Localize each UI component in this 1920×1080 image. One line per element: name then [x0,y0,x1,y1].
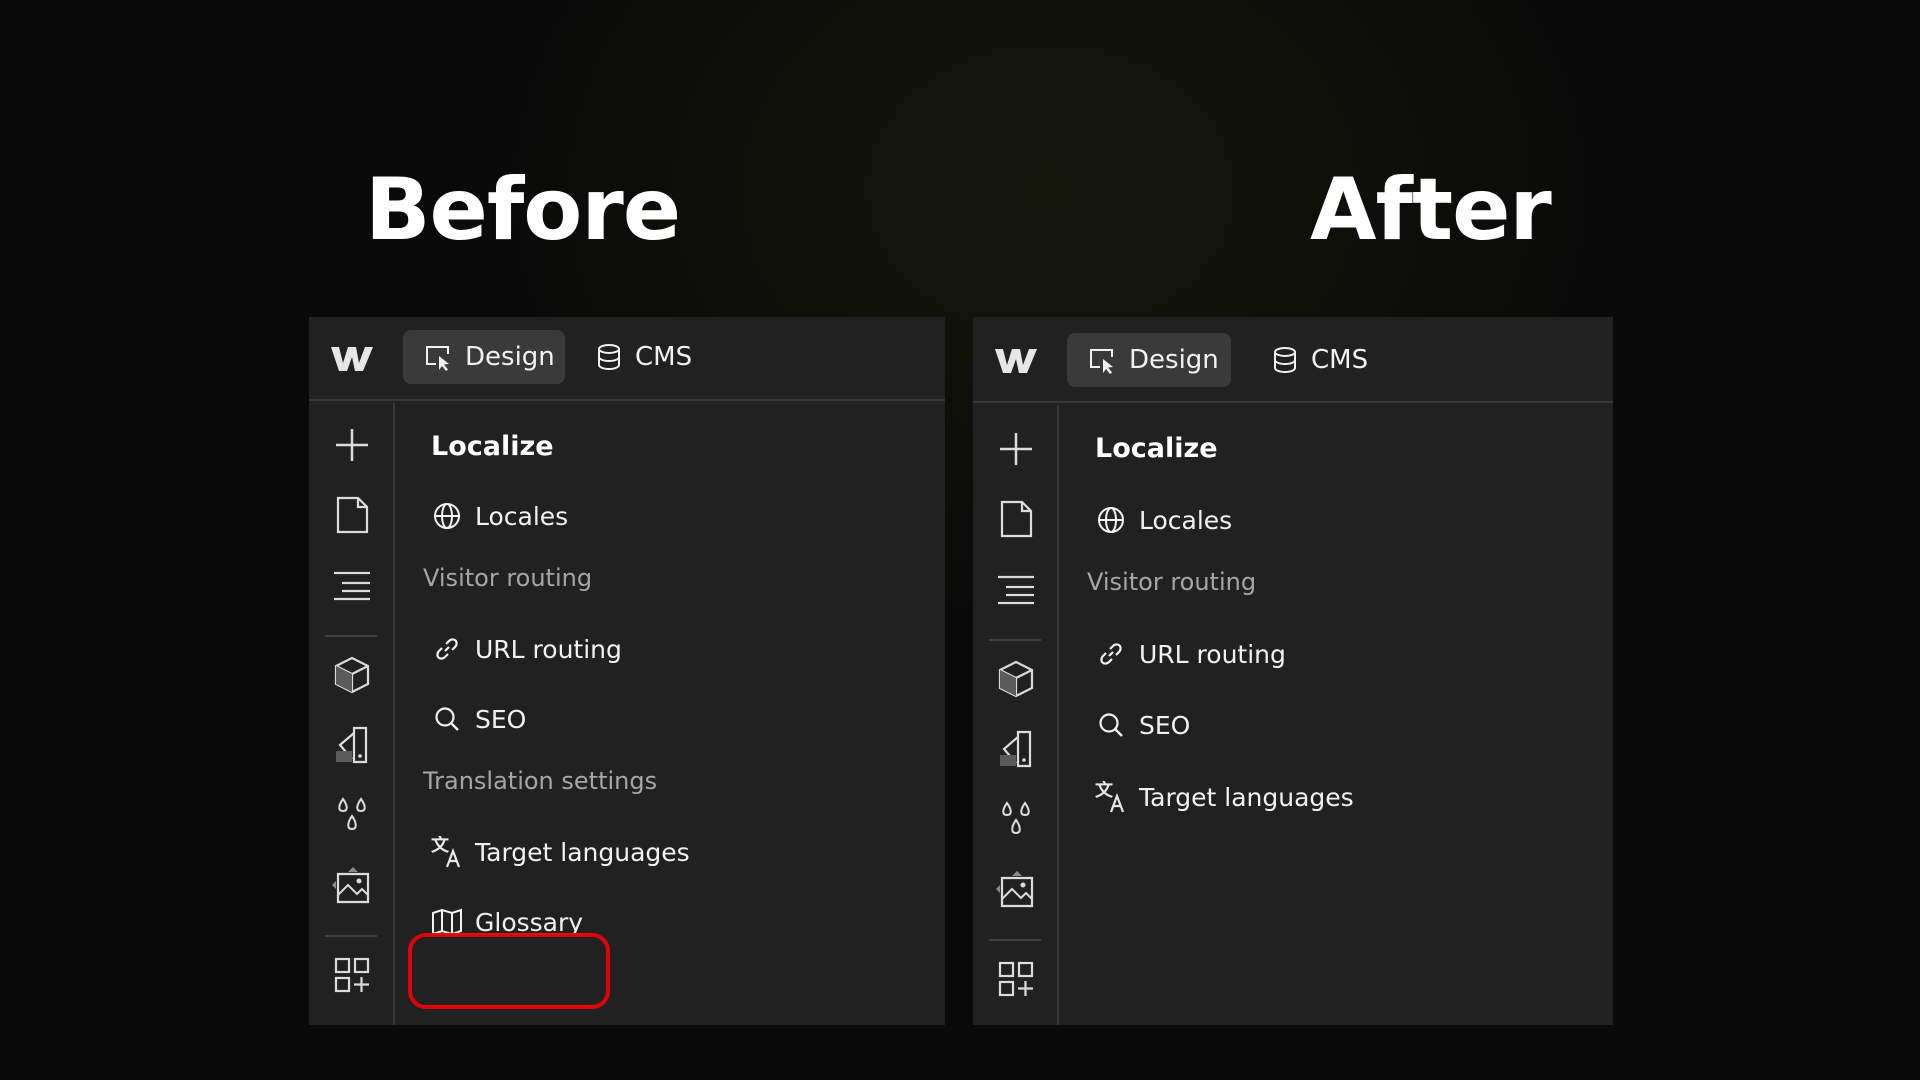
section-visitor-routing: Visitor routing [423,564,593,592]
assets-icon[interactable] [996,869,1036,909]
item-label: Target languages [1139,782,1354,812]
apps-icon[interactable] [996,959,1036,999]
target-languages-item[interactable]: 文 Target languages [1095,775,1354,819]
tab-design[interactable]: Design [1067,333,1231,387]
rail-divider [989,639,1041,641]
database-icon [1274,347,1296,374]
item-label: Locales [475,501,569,531]
navigator-icon[interactable] [996,569,1036,609]
locales-item[interactable]: Locales [1095,498,1232,542]
section-translation-settings: Translation settings [423,767,658,795]
styles-icon[interactable] [332,725,372,765]
after-panel: Design CMS Localize Locales Visitor rout… [973,317,1613,1025]
design-cursor-icon [426,346,449,371]
item-label: SEO [1139,710,1191,740]
panel-title: Localize [1095,433,1218,464]
page-icon[interactable] [332,495,372,535]
plus-icon[interactable] [996,429,1036,469]
search-icon [431,703,463,735]
components-icon[interactable] [996,659,1036,699]
tab-label: CMS [1311,345,1369,375]
webflow-logo-icon[interactable] [993,345,1039,377]
svg-text:文: 文 [431,836,450,856]
database-icon [598,344,620,371]
item-label: Locales [1139,505,1233,535]
navigator-icon[interactable] [332,565,372,605]
panel-title: Localize [431,431,554,462]
apps-icon[interactable] [332,955,372,995]
components-icon[interactable] [332,655,372,695]
svg-text:文: 文 [1095,781,1114,801]
page-icon[interactable] [996,499,1036,539]
plus-icon[interactable] [332,425,372,465]
tab-cms[interactable]: CMS [1271,333,1401,387]
target-languages-item[interactable]: 文 Target languages [431,830,690,874]
styles-icon[interactable] [996,729,1036,769]
tab-design[interactable]: Design [403,330,565,384]
item-label: URL routing [1139,639,1286,669]
globe-icon [431,500,463,532]
url-routing-item[interactable]: URL routing [1095,632,1286,676]
rail-divider [325,635,377,637]
tab-label: CMS [635,342,693,372]
item-label: Target languages [475,837,690,867]
top-bar: Design CMS [973,317,1613,403]
webflow-logo-icon[interactable] [329,343,375,375]
tab-cms[interactable]: CMS [595,330,725,384]
seo-item[interactable]: SEO [431,697,526,741]
item-label: URL routing [475,634,622,664]
rail-divider [325,935,377,937]
glossary-highlight [408,933,610,1009]
tab-label: Design [1129,345,1219,375]
translate-icon: 文 [1095,781,1127,813]
before-heading: Before [365,160,681,260]
tab-label: Design [465,342,555,372]
top-bar: Design CMS [309,317,945,401]
section-visitor-routing: Visitor routing [1087,568,1257,596]
seo-item[interactable]: SEO [1095,703,1190,747]
localize-panel: Localize Locales Visitor routing URL rou… [1059,405,1613,1025]
locales-item[interactable]: Locales [431,494,568,538]
design-cursor-icon [1090,349,1113,374]
translate-icon: 文 [431,836,463,868]
item-label: SEO [475,704,527,734]
url-routing-item[interactable]: URL routing [431,627,622,671]
globe-icon [1095,504,1127,536]
left-rail [309,403,395,1025]
left-rail [973,405,1059,1025]
assets-icon[interactable] [332,865,372,905]
search-icon [1095,709,1127,741]
link-icon [431,633,463,665]
link-icon [1095,638,1127,670]
variables-icon[interactable] [996,799,1036,839]
variables-icon[interactable] [332,795,372,835]
rail-divider [989,939,1041,941]
after-heading: After [1310,160,1552,260]
before-panel: Design CMS Localize Locales Visitor rout… [309,317,945,1025]
localize-panel: Localize Locales Visitor routing URL rou… [395,403,945,1025]
